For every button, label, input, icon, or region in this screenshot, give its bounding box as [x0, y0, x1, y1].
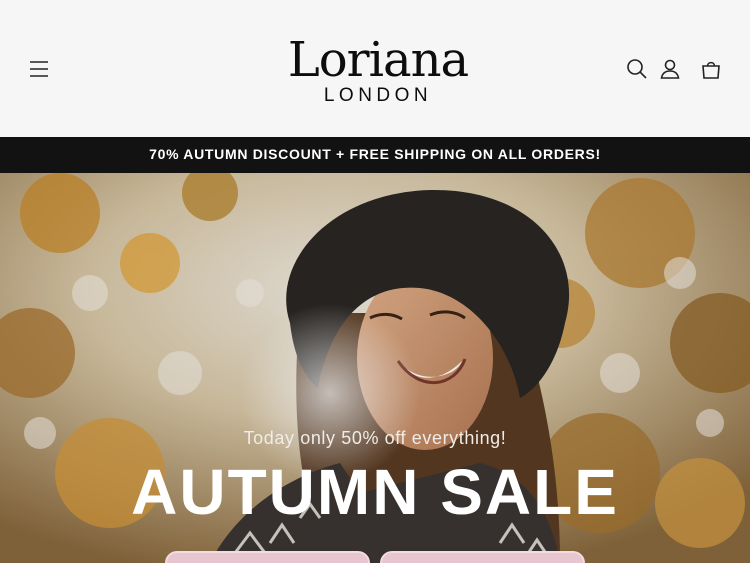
cart-icon[interactable]	[699, 57, 723, 81]
hero-subtitle: Today only 50% off everything!	[243, 428, 507, 448]
logo-wordmark: Loriana	[287, 32, 469, 88]
site-header: Loriana LONDON	[0, 0, 750, 137]
hero-primary-button[interactable]	[165, 551, 370, 563]
logo-subtitle: LONDON	[323, 85, 433, 106]
announcement-text: 70% AUTUMN DISCOUNT + FREE SHIPPING ON A…	[149, 146, 601, 162]
hero-title: AUTUMN SALE	[131, 456, 619, 528]
hero-banner: Today only 50% off everything! AUTUMN SA…	[0, 173, 750, 563]
search-icon[interactable]	[625, 57, 649, 81]
announcement-bar: 70% AUTUMN DISCOUNT + FREE SHIPPING ON A…	[0, 137, 750, 173]
hero-secondary-button[interactable]	[380, 551, 585, 563]
menu-icon[interactable]	[27, 57, 51, 81]
account-icon[interactable]	[658, 57, 682, 81]
site-logo[interactable]: Loriana LONDON	[250, 34, 506, 106]
